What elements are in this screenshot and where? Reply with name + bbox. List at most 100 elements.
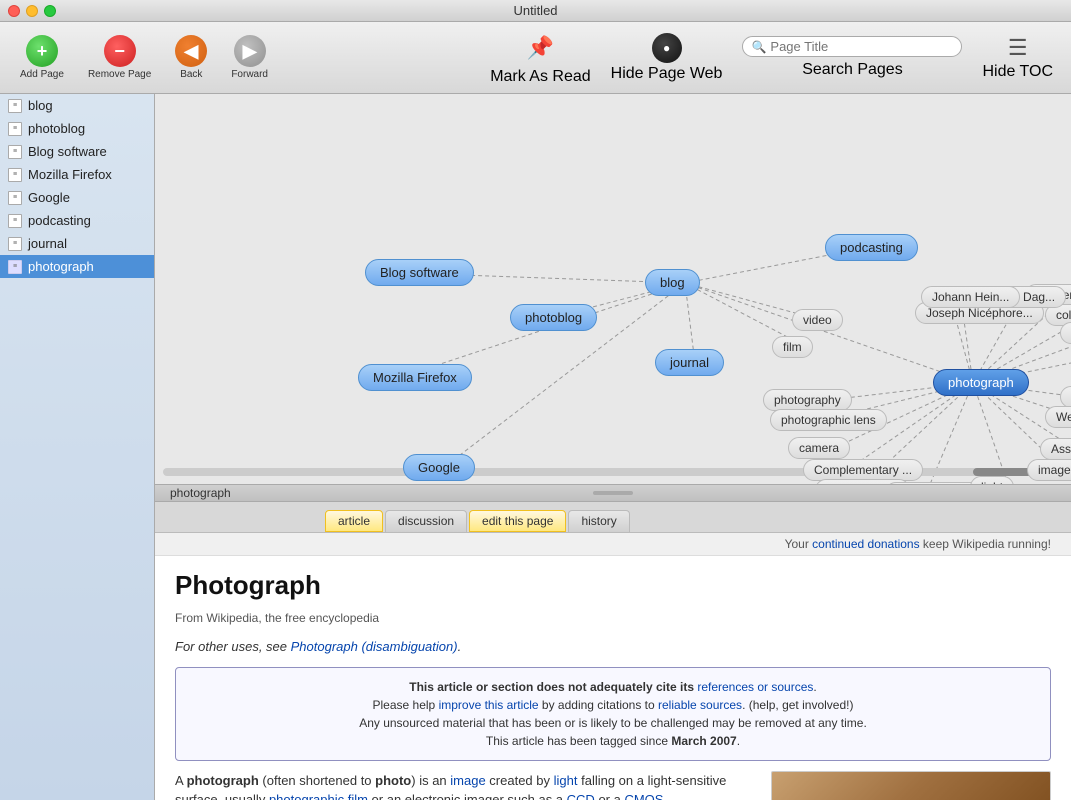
close-button[interactable] — [8, 5, 20, 17]
mindmap-node-mozilla-firefox[interactable]: Mozilla Firefox — [358, 364, 472, 391]
photograph-bold: photograph — [187, 773, 259, 788]
search-bar[interactable]: 🔍 — [742, 36, 962, 57]
tab-article[interactable]: article — [325, 510, 383, 532]
add-page-button[interactable]: + Add Page — [10, 29, 74, 86]
citation-title: This article or section does not adequat… — [409, 680, 697, 694]
mindmap-node-blog[interactable]: blog — [645, 269, 700, 296]
back-button[interactable]: ◀ Back — [165, 29, 217, 86]
donation-rest: keep Wikipedia running! — [920, 537, 1051, 551]
photo-bold: photo — [375, 773, 411, 788]
article-title: Photograph — [175, 566, 1051, 605]
web-content-wrapper: Your continued donations keep Wikipedia … — [155, 533, 1071, 800]
tab-history[interactable]: history — [568, 510, 629, 532]
tab-edit-this-page[interactable]: edit this page — [469, 510, 566, 532]
toolbar: + Add Page − Remove Page ◀ Back ▶ Forwar… — [0, 22, 1071, 94]
mindmap-node-journal[interactable]: journal — [655, 349, 724, 376]
citation-end: . — [813, 680, 816, 694]
mindmap-node-film[interactable]: film — [772, 336, 813, 358]
mindmap-node-complementary[interactable]: Complementary ... — [803, 459, 923, 481]
mindmap-node-google[interactable]: Google — [403, 454, 475, 481]
sidebar-item-blog-software[interactable]: ≡Blog software — [0, 140, 154, 163]
sidebar-item-mozilla-firefox[interactable]: ≡Mozilla Firefox — [0, 163, 154, 186]
hide-toc-icon: ☰ — [1008, 35, 1028, 61]
mindmap-node-photo-lens[interactable]: photographic lens — [770, 409, 887, 431]
mindmap-node-light[interactable]: light — [970, 476, 1014, 484]
search-input[interactable] — [770, 39, 953, 54]
sidebar-item-journal[interactable]: ≡journal — [0, 232, 154, 255]
mindmap-node-associated-press[interactable]: Associated Press — [1040, 438, 1071, 460]
reliable-sources-link[interactable]: reliable sources — [658, 698, 742, 712]
minimize-button[interactable] — [26, 5, 38, 17]
mindmap-node-west-berlin[interactable]: West Berlin — [1045, 406, 1071, 428]
page-icon: ≡ — [8, 122, 22, 136]
forward-icon: ▶ — [234, 35, 266, 67]
hide-page-web-icon: ● — [652, 33, 682, 63]
mindmap-node-johann[interactable]: Johann Hein... — [921, 286, 1020, 308]
mark-as-read-button[interactable]: 📌 Mark As Read — [482, 26, 598, 90]
disambiguation-link[interactable]: Photograph (disambiguation) — [291, 639, 458, 654]
maximize-button[interactable] — [44, 5, 56, 17]
sidebar-item-label: podcasting — [28, 213, 91, 228]
search-icon: 🔍 — [751, 40, 766, 54]
add-page-label: Add Page — [20, 69, 64, 80]
web-panel: articlediscussionedit this pagehistory Y… — [155, 502, 1071, 800]
italic-note-text: For other uses, see — [175, 639, 291, 654]
window-title: Untitled — [513, 3, 557, 18]
mindmap-node-camera[interactable]: camera — [788, 437, 850, 459]
italic-note: For other uses, see Photograph (disambig… — [175, 637, 1051, 657]
tab-discussion[interactable]: discussion — [385, 510, 467, 532]
hide-page-web-button[interactable]: ● Hide Page Web — [603, 29, 731, 87]
cmos-link[interactable]: CMOS — [624, 792, 663, 800]
title-bar: Untitled — [0, 0, 1071, 22]
mindmap-scrollbar-thumb — [973, 468, 1033, 476]
mindmap-node-albumen[interactable]: Albumen print — [1060, 322, 1071, 344]
mindmap-node-photoblog[interactable]: photoblog — [510, 304, 597, 331]
tabs-bar: articlediscussionedit this pagehistory — [155, 502, 1071, 533]
mindmap[interactable]: blog photoblog Blog software Mozilla Firefo… — [155, 94, 1071, 484]
sidebar: ≡blog≡photoblog≡Blog software≡Mozilla Fi… — [0, 94, 155, 800]
citation-line4: This article has been tagged since March… — [196, 732, 1030, 750]
main-area: ≡blog≡photoblog≡Blog software≡Mozilla Fi… — [0, 94, 1071, 800]
improve-article-link[interactable]: improve this article — [439, 698, 539, 712]
photo-film-link[interactable]: photographic film — [269, 792, 368, 800]
forward-button[interactable]: ▶ Forward — [221, 29, 278, 86]
mindmap-node-video[interactable]: video — [792, 309, 843, 331]
mindmap-node-image[interactable]: image — [1027, 459, 1071, 481]
mindmap-node-photo-dis[interactable]: Photograph (disa... — [1060, 386, 1071, 408]
remove-page-icon: − — [104, 35, 136, 67]
mindmap-node-blog-software[interactable]: Blog software — [365, 259, 474, 286]
sidebar-item-photograph[interactable]: ≡photograph — [0, 255, 154, 278]
citation-date: March 2007 — [671, 734, 736, 748]
web-content[interactable]: Your continued donations keep Wikipedia … — [155, 533, 1071, 800]
page-icon: ≡ — [8, 168, 22, 182]
hide-toc-button[interactable]: ☰ Hide TOC — [974, 31, 1061, 85]
sidebar-item-podcasting[interactable]: ≡podcasting — [0, 209, 154, 232]
mindmap-node-photograph[interactable]: photograph — [933, 369, 1029, 396]
page-icon: ≡ — [8, 99, 22, 113]
sidebar-item-google[interactable]: ≡Google — [0, 186, 154, 209]
page-icon: ≡ — [8, 191, 22, 205]
divider[interactable]: photograph — [155, 484, 1071, 502]
hide-page-web-label: Hide Page Web — [611, 65, 723, 83]
divider-handle — [593, 491, 633, 495]
content-area: blog photoblog Blog software Mozilla Firefo… — [155, 94, 1071, 800]
window-controls — [8, 5, 56, 17]
add-page-icon: + — [26, 35, 58, 67]
citation-line2: Please help improve this article by addi… — [196, 696, 1030, 714]
page-icon: ≡ — [8, 260, 22, 274]
donation-link[interactable]: continued donations — [812, 537, 919, 551]
page-icon: ≡ — [8, 237, 22, 251]
divider-page-label: photograph — [170, 486, 231, 500]
sidebar-item-blog[interactable]: ≡blog — [0, 94, 154, 117]
light-link[interactable]: light — [554, 773, 578, 788]
remove-page-button[interactable]: − Remove Page — [78, 29, 161, 86]
ccd-link[interactable]: CCD — [567, 792, 595, 800]
mindmap-scrollbar[interactable] — [163, 468, 1063, 476]
mindmap-node-photography[interactable]: photography — [763, 389, 852, 411]
citation-line1: This article or section does not adequat… — [196, 678, 1030, 696]
image-link[interactable]: image — [450, 773, 485, 788]
sidebar-item-photoblog[interactable]: ≡photoblog — [0, 117, 154, 140]
mindmap-node-podcasting[interactable]: podcasting — [825, 234, 918, 261]
ref-sources-link[interactable]: references or sources — [697, 680, 813, 694]
back-label: Back — [180, 69, 202, 80]
